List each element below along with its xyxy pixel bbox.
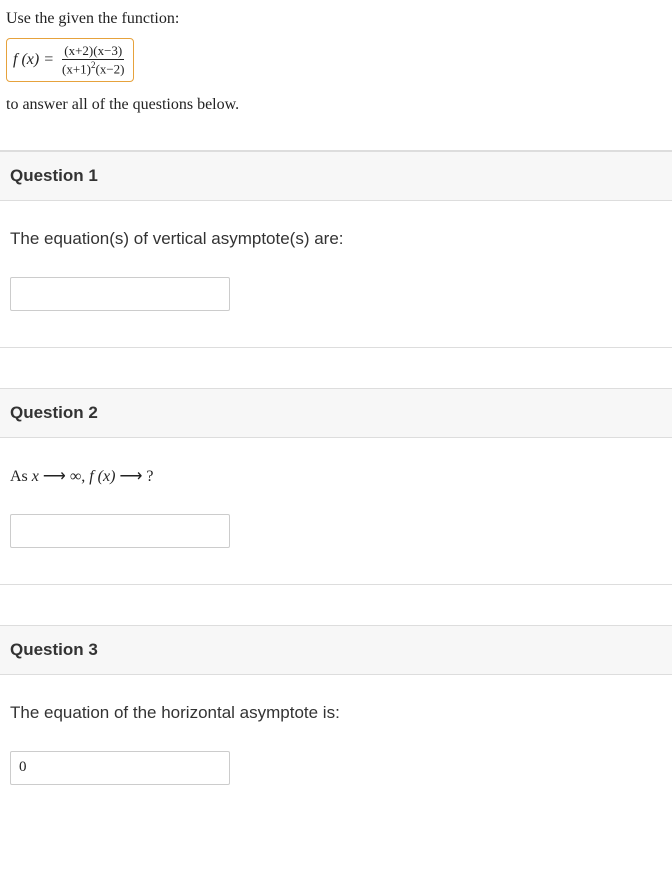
question-3-body: The equation of the horizontal asymptote…	[0, 675, 672, 821]
intro-line-1: Use the given the function:	[6, 10, 666, 28]
question-3-header: Question 3	[0, 625, 672, 675]
question-1-input[interactable]	[10, 277, 230, 311]
intro-block: Use the given the function: f (x) = (x+2…	[0, 0, 672, 114]
question-1-body: The equation(s) of vertical asymptote(s)…	[0, 201, 672, 348]
function-fraction: (x+2)(x−3) (x+1)2(x−2)	[60, 43, 127, 77]
question-3-prompt: The equation of the horizontal asymptote…	[10, 703, 662, 723]
question-1-header: Question 1	[0, 151, 672, 201]
question-1-prompt: The equation(s) of vertical asymptote(s)…	[10, 229, 662, 249]
fraction-denominator: (x+1)2(x−2)	[60, 60, 127, 77]
function-lhs: f (x) =	[13, 52, 54, 68]
question-2-body: As x ⟶ ∞, f (x) ⟶ ?	[0, 438, 672, 585]
fraction-numerator: (x+2)(x−3)	[62, 43, 124, 60]
question-2-prompt: As x ⟶ ∞, f (x) ⟶ ?	[10, 466, 662, 486]
question-3-input[interactable]	[10, 751, 230, 785]
question-2-input[interactable]	[10, 514, 230, 548]
question-2-header: Question 2	[0, 388, 672, 438]
function-box: f (x) = (x+2)(x−3) (x+1)2(x−2)	[6, 38, 134, 82]
intro-line-2: to answer all of the questions below.	[6, 96, 666, 114]
